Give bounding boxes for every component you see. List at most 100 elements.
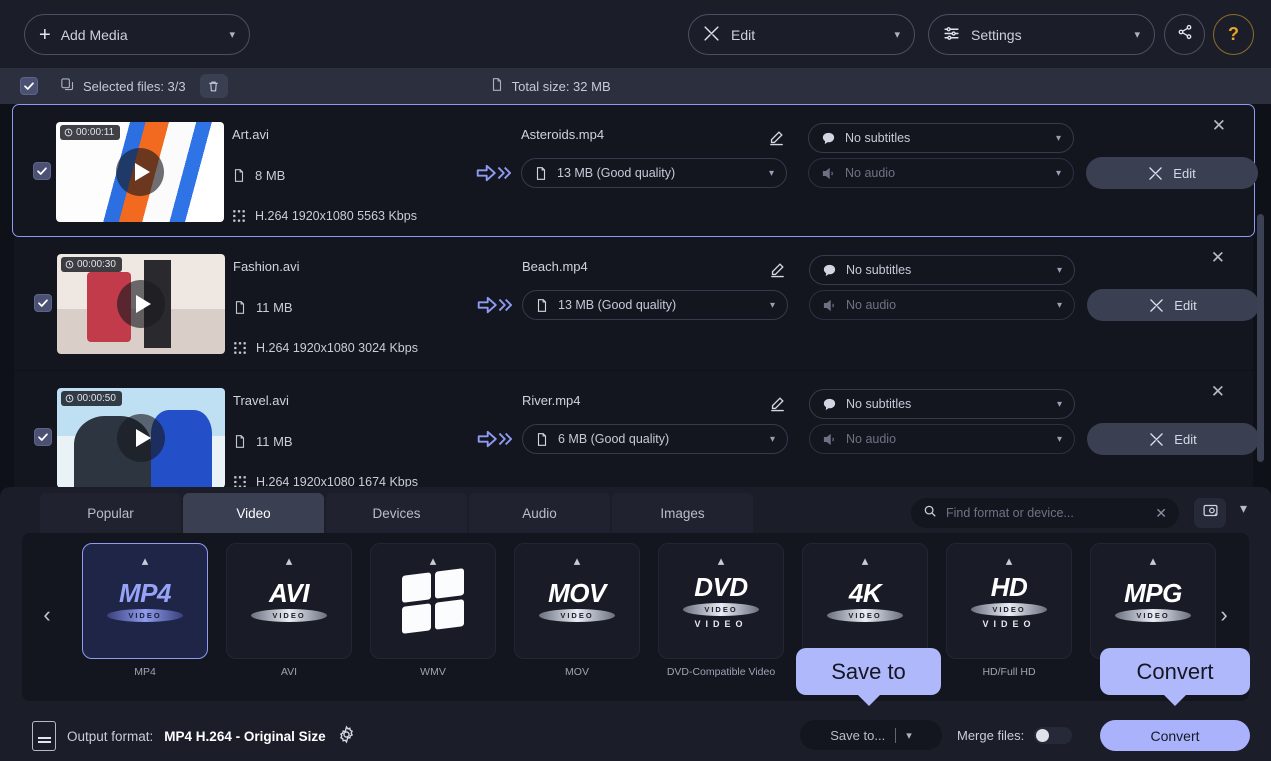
rename-output-button[interactable] (760, 252, 794, 286)
format-logo-text: MP4 (119, 580, 171, 606)
subtitles-dropdown[interactable]: No subtitles ▾ (808, 123, 1074, 153)
sliders-icon (943, 25, 960, 45)
chevron-down-icon[interactable]: ▾ (906, 729, 912, 742)
settings-menu-button[interactable]: Settings ▾ (928, 14, 1155, 55)
carousel-prev-button[interactable]: ‹ (36, 595, 58, 635)
file-row[interactable]: 00:00:50 Travel.avi 11 MB H.264 1920x108… (14, 371, 1253, 490)
format-card-dvd-compatible-video[interactable]: ▴ DVD VIDEO VIDEO DVD-Compatible Video (650, 543, 792, 691)
file-icon (534, 166, 548, 181)
plus-icon: + (39, 25, 51, 45)
merge-files-toggle[interactable] (1034, 727, 1072, 744)
select-all-checkbox[interactable] (20, 77, 38, 95)
play-button[interactable] (117, 414, 165, 462)
settings-menu-label: Settings (971, 27, 1134, 43)
file-row[interactable]: 00:00:11 Art.avi 8 MB H.264 1920x1080 55… (12, 104, 1255, 237)
remove-file-button[interactable]: ✕ (1211, 249, 1225, 266)
format-tile[interactable]: ▴ 4K VIDEO (802, 543, 928, 659)
subtitles-icon (822, 397, 837, 412)
video-thumbnail[interactable]: 00:00:30 (57, 254, 225, 354)
subtitles-dropdown[interactable]: No subtitles ▾ (809, 389, 1075, 419)
format-card-wmv[interactable]: ▴ WMV (362, 543, 504, 691)
save-to-label: Save to... (830, 728, 885, 743)
file-icon (535, 298, 549, 313)
output-size-dropdown[interactable]: 13 MB (Good quality) ▾ (522, 290, 788, 320)
audio-dropdown[interactable]: No audio ▾ (808, 158, 1074, 188)
format-card-avi[interactable]: ▴ AVI VIDEO AVI (218, 543, 360, 691)
output-size-dropdown[interactable]: 6 MB (Good quality) ▾ (522, 424, 788, 454)
chevron-up-icon[interactable]: ▴ (862, 553, 869, 569)
chevron-up-icon[interactable]: ▴ (286, 553, 293, 569)
file-checkbox[interactable] (33, 162, 51, 180)
clear-search-icon[interactable]: ✕ (1155, 505, 1167, 522)
save-to-button[interactable]: Save to... ▾ (800, 720, 942, 750)
tab-popular[interactable]: Popular (40, 493, 181, 533)
chevron-up-icon[interactable]: ▴ (1150, 553, 1157, 569)
chevron-up-icon[interactable]: ▴ (574, 553, 581, 569)
gear-icon[interactable] (337, 725, 356, 747)
format-tile[interactable]: ▴ (370, 543, 496, 659)
format-card-hd-full-hd[interactable]: ▴ HD VIDEO VIDEO HD/Full HD (938, 543, 1080, 691)
tab-label: Audio (522, 506, 557, 521)
subtitles-label: No subtitles (846, 397, 911, 411)
edit-menu-button[interactable]: Edit ▾ (688, 14, 915, 55)
video-thumbnail[interactable]: 00:00:50 (57, 388, 225, 488)
convert-button[interactable]: Convert (1100, 720, 1250, 751)
rename-output-button[interactable] (760, 386, 794, 420)
chevron-down-icon: ▾ (769, 168, 774, 179)
tab-images[interactable]: Images (612, 493, 753, 533)
format-tile[interactable]: ▴ HD VIDEO VIDEO (946, 543, 1072, 659)
format-tabs: PopularVideo Devices Audio Images (40, 493, 753, 533)
rename-output-button[interactable] (759, 120, 793, 154)
scan-device-button[interactable] (1194, 498, 1226, 528)
disc-icon: VIDEO (971, 603, 1047, 616)
row-edit-button[interactable]: Edit (1087, 423, 1259, 455)
collapse-panel-icon[interactable]: ▾ (1240, 500, 1247, 517)
chevron-up-icon[interactable]: ▴ (1006, 553, 1013, 569)
chevron-up-icon[interactable]: ▴ (142, 553, 149, 569)
row-edit-button[interactable]: Edit (1086, 157, 1258, 189)
chevron-down-icon: ▾ (894, 28, 900, 41)
play-button[interactable] (116, 148, 164, 196)
format-tile[interactable]: ▴ AVI VIDEO (226, 543, 352, 659)
delete-selected-button[interactable] (200, 74, 228, 98)
file-checkbox[interactable] (34, 428, 52, 446)
file-checkbox[interactable] (34, 294, 52, 312)
tab-video[interactable]: Video (183, 493, 324, 533)
play-button[interactable] (117, 280, 165, 328)
format-card-mov[interactable]: ▴ MOV VIDEO MOV (506, 543, 648, 691)
remove-file-button[interactable]: ✕ (1212, 117, 1226, 134)
add-media-button[interactable]: + Add Media ▾ (24, 14, 250, 55)
format-tile[interactable]: ▴ DVD VIDEO VIDEO (658, 543, 784, 659)
row-edit-button[interactable]: Edit (1087, 289, 1259, 321)
search-input[interactable] (946, 506, 1146, 520)
format-tile[interactable]: ▴ MPG VIDEO (1090, 543, 1216, 659)
chevron-up-icon[interactable]: ▴ (718, 553, 725, 569)
remove-file-button[interactable]: ✕ (1211, 383, 1225, 400)
duration-badge: 00:00:11 (60, 125, 120, 140)
chevron-up-icon[interactable]: ▴ (430, 553, 437, 569)
windows-logo-icon (402, 568, 464, 634)
audio-dropdown[interactable]: No audio ▾ (809, 424, 1075, 454)
format-tile[interactable]: ▴ MP4 VIDEO (82, 543, 208, 659)
file-icon (233, 434, 247, 449)
source-file-name: Fashion.avi (233, 259, 299, 274)
tab-devices[interactable]: Devices (326, 493, 467, 533)
format-search[interactable]: ✕ (911, 498, 1179, 528)
help-button[interactable]: ? (1213, 14, 1254, 55)
share-button[interactable] (1164, 14, 1205, 55)
chevron-down-icon: ▾ (1134, 28, 1140, 41)
tab-audio[interactable]: Audio (469, 493, 610, 533)
audio-label: No audio (846, 298, 896, 312)
file-list-scrollbar[interactable] (1257, 214, 1264, 462)
output-size-dropdown[interactable]: 13 MB (Good quality) ▾ (521, 158, 787, 188)
tab-label: Devices (372, 506, 420, 521)
audio-dropdown[interactable]: No audio ▾ (809, 290, 1075, 320)
file-row[interactable]: 00:00:30 Fashion.avi 11 MB H.264 1920x10… (14, 237, 1253, 370)
video-thumbnail[interactable]: 00:00:11 (56, 122, 224, 222)
subtitles-icon (821, 131, 836, 146)
subtitles-dropdown[interactable]: No subtitles ▾ (809, 255, 1075, 285)
source-size-label: 11 MB (256, 300, 293, 315)
output-file-name: River.mp4 (522, 393, 581, 408)
format-tile[interactable]: ▴ MOV VIDEO (514, 543, 640, 659)
format-card-mp4[interactable]: ▴ MP4 VIDEO MP4 (74, 543, 216, 691)
